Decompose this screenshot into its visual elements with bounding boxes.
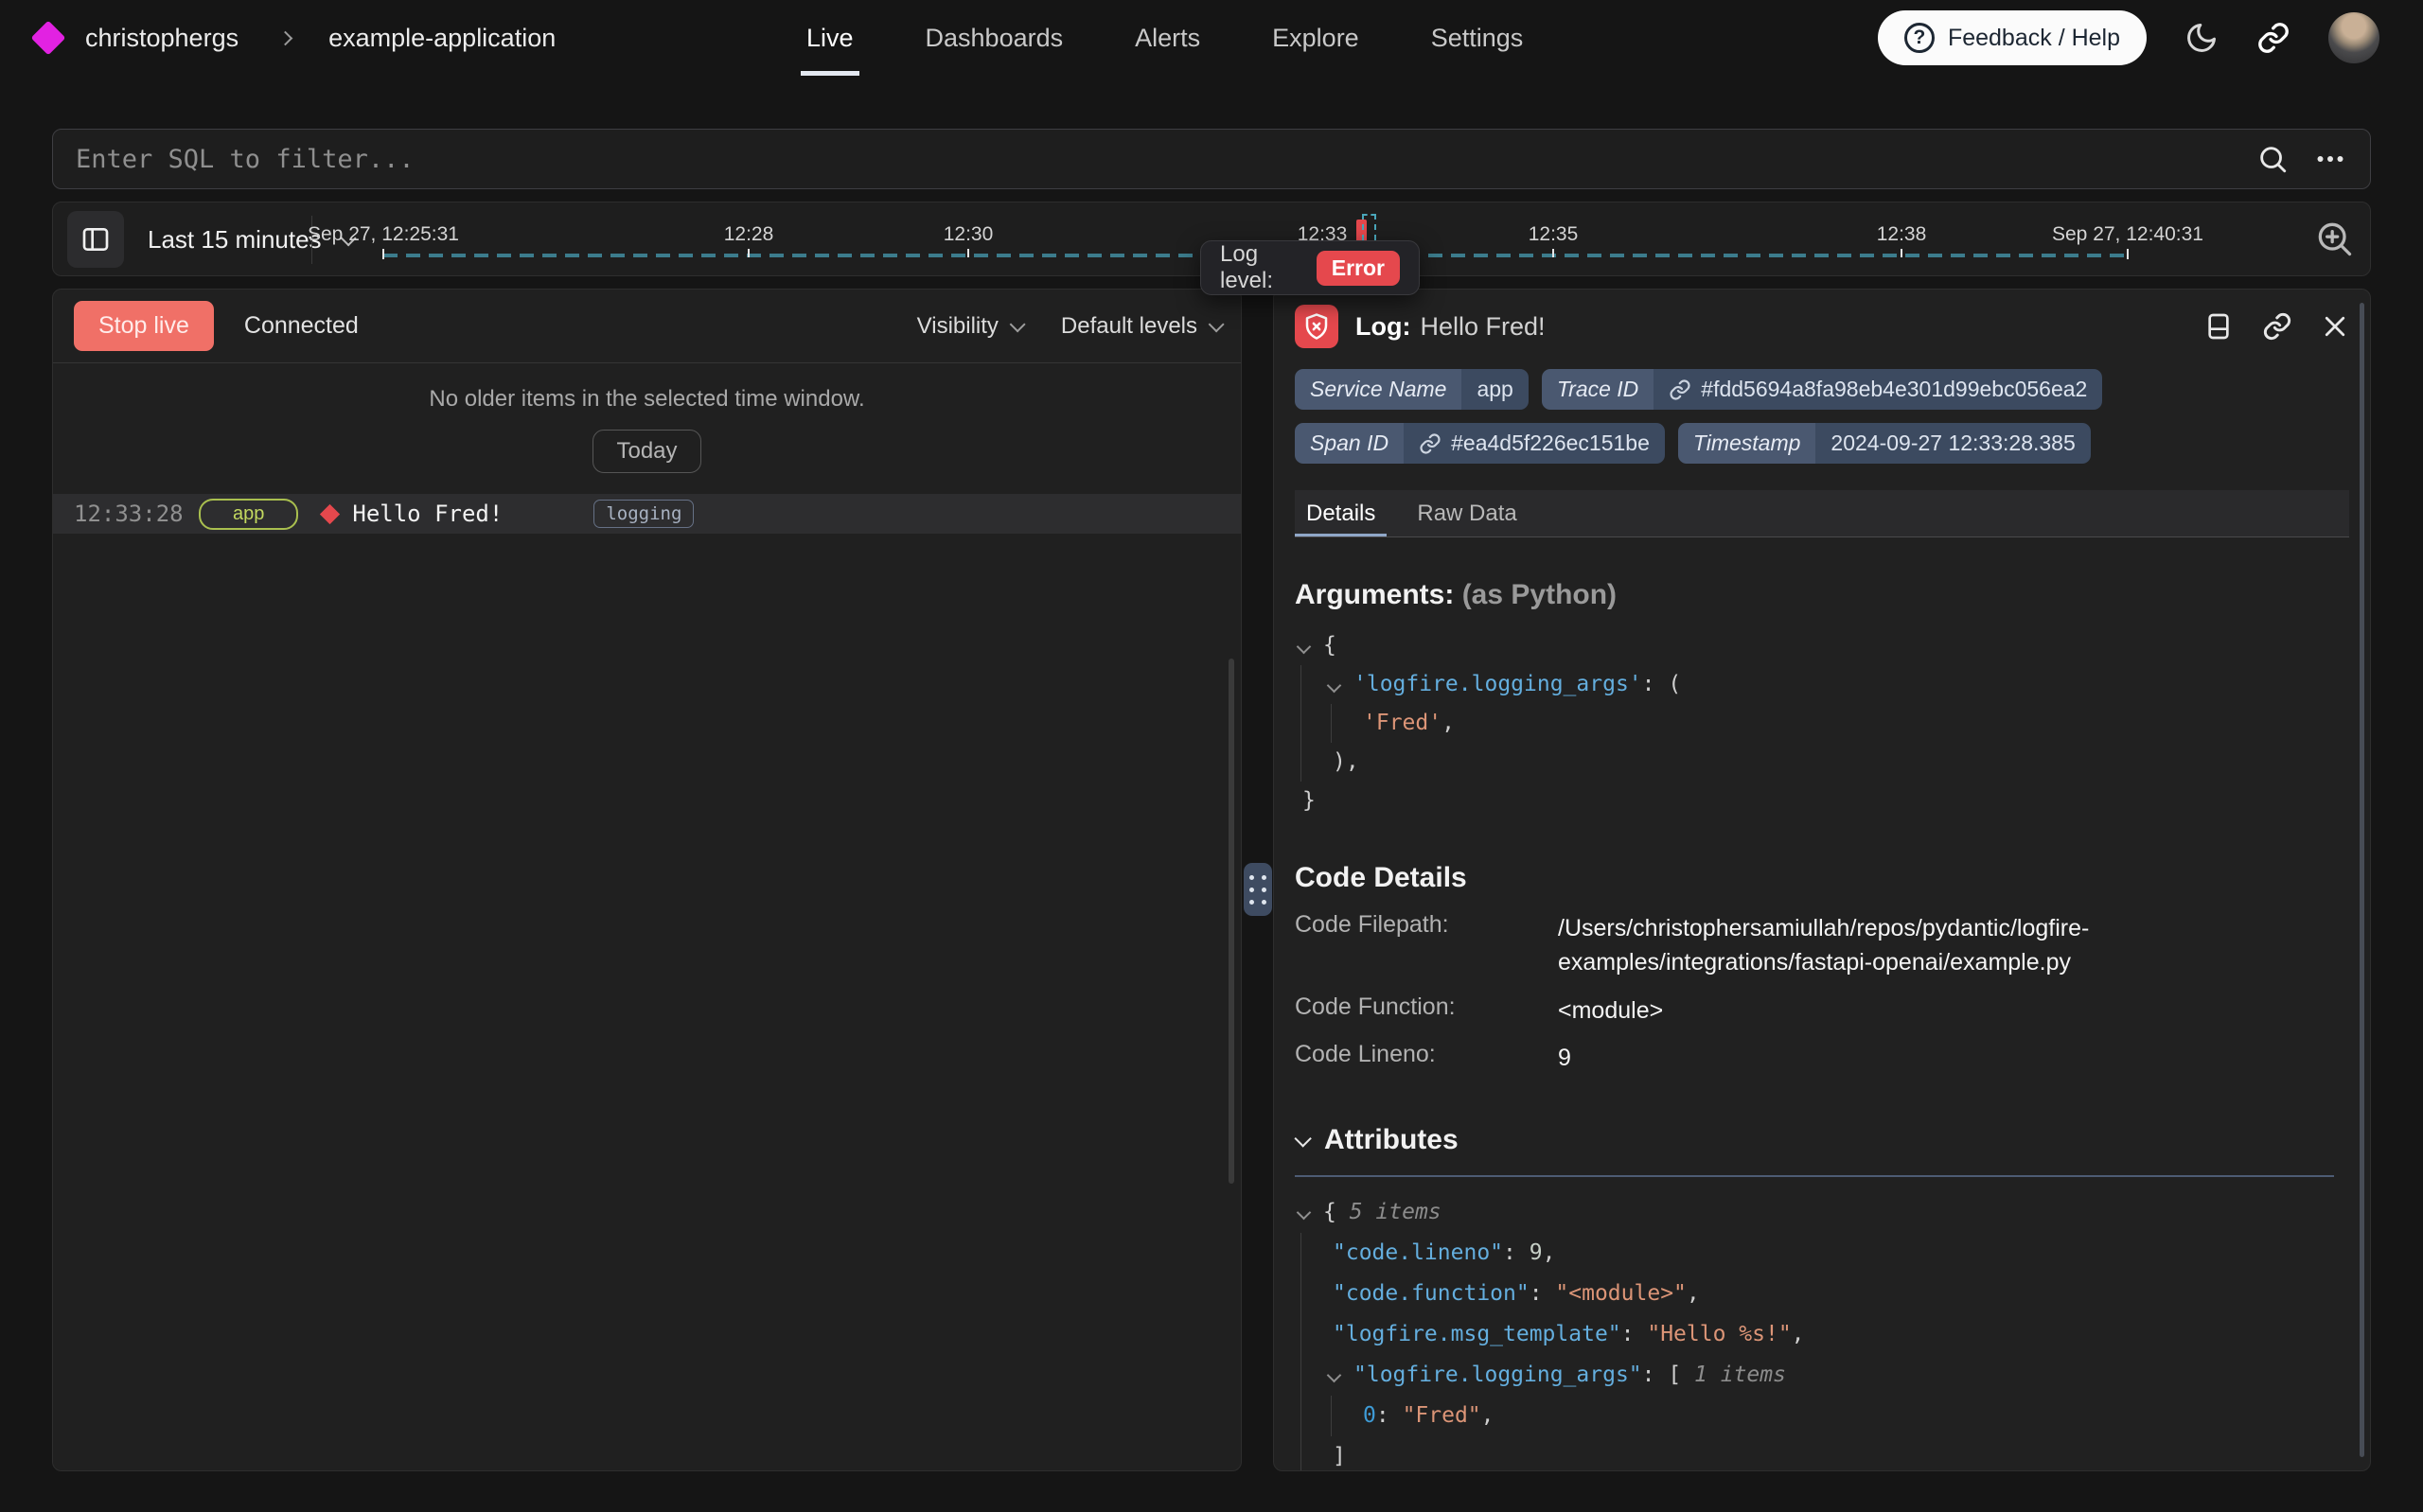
more-options-icon[interactable]: [2313, 142, 2347, 176]
theme-moon-icon[interactable]: [2184, 21, 2219, 55]
breadcrumb: christophergs example-application: [0, 24, 556, 53]
nav-tab-settings[interactable]: Settings: [1431, 0, 1524, 76]
log-row-selected[interactable]: 12:33:28 app Hello Fred! logging: [53, 494, 1241, 534]
breadcrumb-org[interactable]: christophergs: [85, 24, 239, 53]
service-tag[interactable]: app: [199, 499, 298, 530]
nav-tab-live[interactable]: Live: [806, 0, 854, 76]
help-question-icon: ?: [1904, 23, 1935, 53]
chevron-down-icon: [1010, 316, 1026, 332]
today-button[interactable]: Today: [592, 430, 700, 473]
log-detail-panel: Log:Hello Fred! Service Name: [1273, 289, 2371, 1471]
nav-tab-explore[interactable]: Explore: [1272, 0, 1359, 76]
copy-link-icon[interactable]: [2262, 311, 2292, 342]
nav-tab-dashboards[interactable]: Dashboards: [926, 0, 1064, 76]
detail-title: Log:Hello Fred!: [1355, 312, 1546, 342]
tab-details[interactable]: Details: [1306, 490, 1375, 536]
feedback-help-button[interactable]: ? Feedback / Help: [1878, 10, 2147, 65]
search-icon[interactable]: [2256, 143, 2289, 175]
attributes-divider: [1295, 1175, 2334, 1177]
code-details-heading: Code Details: [1295, 862, 2349, 894]
breadcrumb-project[interactable]: example-application: [328, 24, 556, 53]
error-level-diamond-icon: [320, 503, 340, 523]
sql-filter-input[interactable]: [76, 145, 2256, 174]
log-metadata-badges: Service Name app Trace ID #fdd5694a8fa98…: [1295, 369, 2147, 464]
live-panel-header: Stop live Connected Visibility Default l…: [53, 290, 1241, 363]
breadcrumb-separator-icon: [278, 30, 293, 45]
top-nav: christophergs example-application Live D…: [0, 0, 2423, 76]
chevron-down-icon: [1294, 1130, 1311, 1147]
default-levels-dropdown[interactable]: Default levels: [1061, 313, 1220, 340]
trace-id-badge[interactable]: Trace ID #fdd5694a8fa98eb4e301d99ebc056e…: [1542, 369, 2103, 410]
log-timestamp: 12:33:28: [74, 501, 187, 527]
scope-tag[interactable]: logging: [593, 500, 694, 528]
nav-right-controls: ? Feedback / Help: [1878, 0, 2379, 76]
code-details-rows: Code Filepath: /Users/christophersamiull…: [1295, 911, 2349, 1075]
error-shield-icon: [1295, 305, 1338, 348]
panel-resize-handle[interactable]: [1244, 863, 1272, 916]
link-icon: [1419, 432, 1441, 455]
log-level-tooltip: Log level: Error: [1200, 240, 1420, 295]
arguments-heading: Arguments: (as Python): [1295, 579, 2349, 611]
code-function-row: Code Function: <module>: [1295, 993, 2349, 1028]
service-name-badge: Service Name app: [1295, 369, 1529, 410]
visibility-dropdown[interactable]: Visibility: [917, 313, 1021, 340]
main-nav: Live Dashboards Alerts Explore Settings: [806, 0, 1523, 76]
connection-status: Connected: [244, 312, 359, 340]
live-view-panel: Stop live Connected Visibility Default l…: [52, 289, 1242, 1471]
no-older-items-message: No older items in the selected time wind…: [53, 386, 1241, 413]
code-lineno-row: Code Lineno: 9: [1295, 1041, 2349, 1075]
attributes-section-toggle[interactable]: Attributes: [1295, 1124, 2349, 1156]
sidebar-toggle-button[interactable]: [67, 211, 124, 268]
attributes-code-block[interactable]: { 5 items"code.lineno": 9,"code.function…: [1295, 1192, 2349, 1471]
logfire-logo-icon[interactable]: [31, 21, 66, 56]
nav-tab-alerts[interactable]: Alerts: [1135, 0, 1200, 76]
share-link-icon[interactable]: [2256, 21, 2290, 55]
link-icon: [1669, 378, 1691, 401]
error-level-badge: Error: [1317, 251, 1400, 286]
stop-live-button[interactable]: Stop live: [74, 301, 214, 351]
close-icon[interactable]: [2321, 312, 2349, 341]
split-panel-icon[interactable]: [2203, 311, 2234, 342]
arguments-code-block[interactable]: {'logfire.logging_args': ('Fred',),}: [1295, 626, 2349, 820]
detail-header: Log:Hello Fred!: [1295, 305, 2349, 348]
timestamp-badge: Timestamp 2024-09-27 12:33:28.385: [1678, 423, 2091, 464]
chevron-down-icon: [1209, 316, 1225, 332]
log-message: Hello Fred!: [352, 501, 503, 527]
zoom-in-icon[interactable]: [2313, 218, 2355, 259]
tab-raw-data[interactable]: Raw Data: [1417, 490, 1516, 536]
live-panel-scrollbar[interactable]: [1229, 659, 1234, 1184]
logfire-app: christophergs example-application Live D…: [0, 0, 2423, 1512]
user-avatar[interactable]: [2328, 12, 2379, 63]
detail-tabs: Details Raw Data: [1295, 490, 2349, 537]
span-id-badge[interactable]: Span ID #ea4d5f226ec151be: [1295, 423, 1665, 464]
detail-panel-scrollbar[interactable]: [2360, 303, 2364, 1457]
sql-filter-bar: [52, 129, 2371, 189]
code-filepath-row: Code Filepath: /Users/christophersamiull…: [1295, 911, 2349, 980]
